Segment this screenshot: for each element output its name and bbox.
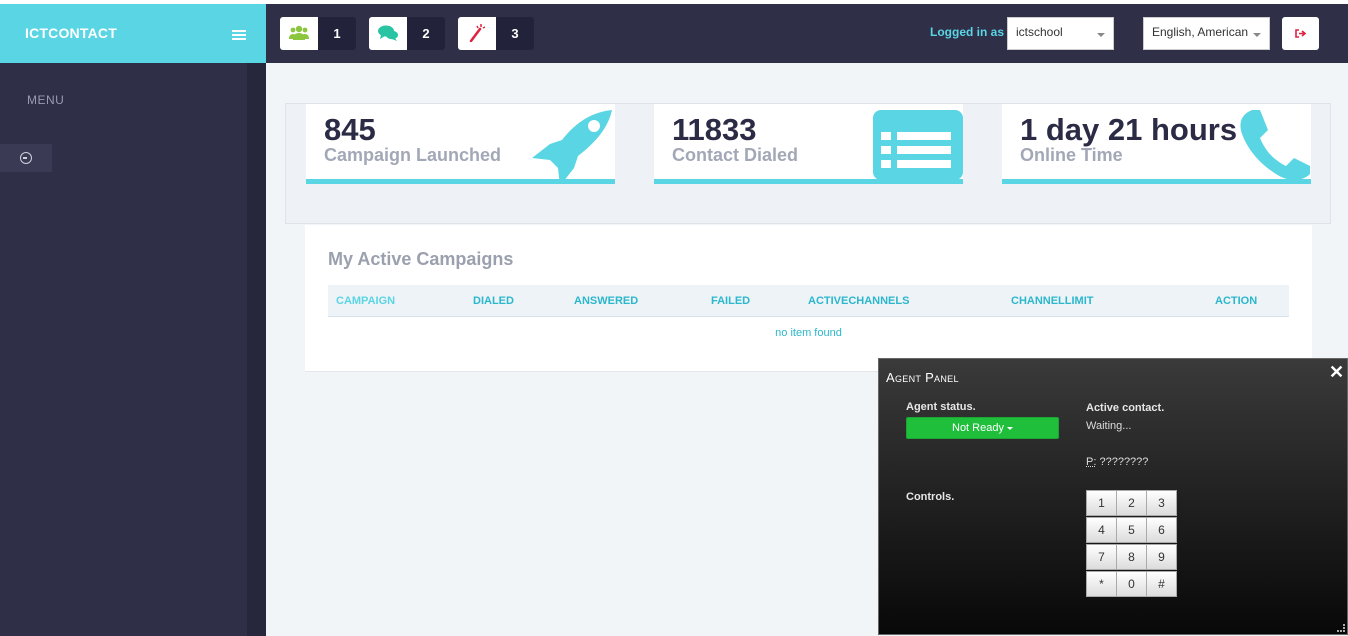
keypad-key[interactable]: 2 [1116,490,1147,516]
empty-table-message: no item found [775,327,842,339]
campaigns-title: My Active Campaigns [328,249,514,269]
stat-card-online-time: 1 day 21 hours Online Time [1002,104,1311,184]
logout-button[interactable] [1282,17,1319,50]
column-header[interactable]: CHANNELLIMIT [1011,295,1094,307]
stat-label: Online Time [1020,145,1123,165]
contact-phone: P: ???????? [1086,456,1148,468]
stat-card-contacts: 11833 Contact Dialed [654,104,963,184]
list-icon [873,110,963,179]
sign-out-icon [1295,29,1306,38]
active-campaigns-panel: My Active Campaigns CAMPAIGN DIALED ANSW… [305,225,1312,372]
keypad-key[interactable]: 8 [1116,544,1147,570]
active-contact-value: Waiting... [1086,420,1132,432]
notification-users[interactable]: 1 [280,17,356,50]
stat-card-campaigns: 845 Campaign Launched [306,104,615,184]
circle-arrow-left-icon [20,152,32,164]
column-header[interactable]: ANSWERED [574,295,638,307]
phone-value: ???????? [1099,456,1149,468]
magic-wand-icon [469,24,485,42]
stat-label: Campaign Launched [324,145,502,165]
chevron-down-icon [1253,33,1261,37]
keypad-key[interactable]: 1 [1086,490,1117,516]
keypad-key[interactable]: * [1086,571,1117,597]
language-select-value: English, American [1152,25,1249,39]
top-header: 1 2 3 Logged in as : ictschool English, … [266,4,1348,63]
agent-status-dropdown[interactable]: Not Ready [906,417,1059,439]
agent-panel: Agent Panel ✕ Agent status. Not Ready Ac… [878,358,1348,635]
keypad-key[interactable]: 0 [1116,571,1147,597]
user-select[interactable]: ictschool [1007,17,1114,50]
logged-in-label: Logged in as : [930,25,1012,39]
column-header[interactable]: CAMPAIGN [336,295,395,307]
controls-label: Controls. [906,491,955,503]
keypad-key[interactable]: 3 [1146,490,1177,516]
resize-grip-icon[interactable] [1337,624,1345,632]
stat-value: 1 day 21 hours [1020,112,1238,147]
notification-count: 3 [496,17,534,50]
keypad-key[interactable]: 6 [1146,517,1177,543]
brand-name: ICTCONTACT [25,25,117,41]
agent-status-value: Not Ready [952,422,1004,434]
keypad-key[interactable]: 4 [1086,517,1117,543]
rocket-icon [532,110,612,179]
agent-panel-title: Agent Panel [886,370,959,385]
notification-chat[interactable]: 2 [369,17,445,50]
column-header[interactable]: FAILED [711,295,750,307]
sidebar-edge [247,63,266,636]
notification-count: 2 [407,17,445,50]
chevron-down-icon [1006,426,1013,430]
close-icon[interactable]: ✕ [1329,362,1344,383]
keypad-key[interactable]: 7 [1086,544,1117,570]
sidebar: MENU [0,63,247,636]
campaigns-table-header: CAMPAIGN DIALED ANSWERED FAILED ACTIVECH… [328,285,1289,317]
active-contact-label: Active contact. [1086,402,1165,414]
keypad-key[interactable]: 9 [1146,544,1177,570]
user-select-value: ictschool [1016,25,1063,39]
chevron-down-icon [1097,33,1105,37]
stat-label: Contact Dialed [672,145,799,165]
notification-count: 1 [318,17,356,50]
agent-status-label: Agent status. [906,401,976,413]
column-header[interactable]: ACTIVECHANNELS [808,295,909,307]
users-icon [289,25,309,40]
hamburger-menu-icon[interactable] [232,30,246,40]
notification-tasks[interactable]: 3 [458,17,534,50]
menu-label: MENU [27,93,65,107]
stat-value: 11833 [672,112,757,147]
phone-icon [1240,110,1310,179]
brand-bar: ICTCONTACT [0,4,266,63]
keypad-key[interactable]: 5 [1116,517,1147,543]
language-select[interactable]: English, American [1143,17,1270,50]
chat-icon [378,25,398,41]
keypad-key[interactable]: # [1146,571,1177,597]
sidebar-collapse-button[interactable] [0,144,52,172]
stat-value: 845 [324,112,376,147]
phone-prefix: P: [1086,456,1097,468]
column-header[interactable]: ACTION [1215,295,1257,307]
column-header[interactable]: DIALED [473,295,514,307]
